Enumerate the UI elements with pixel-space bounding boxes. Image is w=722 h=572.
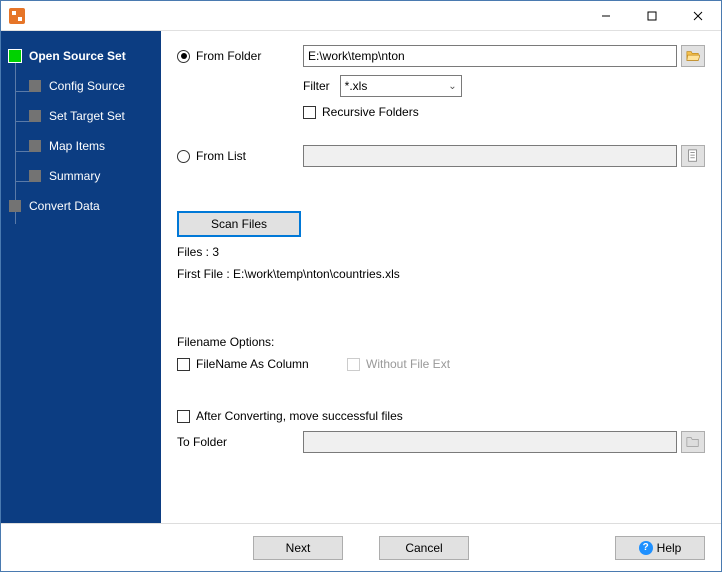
to-folder-label: To Folder bbox=[177, 435, 227, 449]
from-list-radio[interactable]: From List bbox=[177, 149, 303, 163]
sidebar-item-label: Convert Data bbox=[29, 199, 100, 213]
maximize-button[interactable] bbox=[629, 1, 675, 31]
filename-options-heading: Filename Options: bbox=[177, 335, 274, 349]
filter-label: Filter bbox=[303, 79, 330, 93]
filter-combo[interactable]: *.xls ⌄ bbox=[340, 75, 462, 97]
sidebar-item-label: Open Source Set bbox=[29, 49, 126, 63]
without-file-ext-checkbox: Without File Ext bbox=[347, 357, 450, 371]
checkbox-icon bbox=[347, 358, 360, 371]
cancel-button[interactable]: Cancel bbox=[379, 536, 469, 560]
wizard-sidebar: Open Source Set Config Source Set Target… bbox=[1, 31, 161, 523]
radio-icon bbox=[177, 50, 190, 63]
app-window: Open Source Set Config Source Set Target… bbox=[0, 0, 722, 572]
help-button[interactable]: ? Help bbox=[615, 536, 705, 560]
browse-list-button[interactable] bbox=[681, 145, 705, 167]
recursive-checkbox[interactable]: Recursive Folders bbox=[303, 105, 419, 119]
files-count-label: Files : 3 bbox=[177, 245, 219, 259]
sidebar-item-set-target-set[interactable]: Set Target Set bbox=[1, 101, 161, 131]
folder-open-icon bbox=[686, 49, 700, 63]
chevron-down-icon: ⌄ bbox=[448, 81, 456, 92]
minimize-button[interactable] bbox=[583, 1, 629, 31]
next-button[interactable]: Next bbox=[253, 536, 343, 560]
help-icon: ? bbox=[639, 541, 653, 555]
footer: Next Cancel ? Help bbox=[1, 523, 721, 571]
sidebar-item-map-items[interactable]: Map Items bbox=[1, 131, 161, 161]
close-button[interactable] bbox=[675, 1, 721, 31]
after-convert-checkbox[interactable]: After Converting, move successful files bbox=[177, 409, 403, 423]
browse-to-folder-button[interactable] bbox=[681, 431, 705, 453]
radio-icon bbox=[177, 150, 190, 163]
main-content: From Folder Filter *.xls ⌄ bbox=[161, 31, 721, 523]
checkbox-icon bbox=[177, 410, 190, 423]
from-list-label: From List bbox=[196, 149, 246, 163]
filter-value: *.xls bbox=[345, 79, 368, 93]
first-file-label: First File : E:\work\temp\nton\countries… bbox=[177, 267, 400, 281]
sidebar-item-summary[interactable]: Summary bbox=[1, 161, 161, 191]
filename-as-column-label: FileName As Column bbox=[196, 357, 309, 371]
file-icon bbox=[686, 149, 700, 163]
checkbox-icon bbox=[303, 106, 316, 119]
to-folder-input[interactable] bbox=[303, 431, 677, 453]
scan-files-button[interactable]: Scan Files bbox=[177, 211, 301, 237]
without-file-ext-label: Without File Ext bbox=[366, 357, 450, 371]
app-icon bbox=[9, 8, 25, 24]
from-list-input[interactable] bbox=[303, 145, 677, 167]
checkbox-icon bbox=[177, 358, 190, 371]
sidebar-item-label: Set Target Set bbox=[49, 109, 125, 123]
sidebar-item-label: Map Items bbox=[49, 139, 105, 153]
filename-as-column-checkbox[interactable]: FileName As Column bbox=[177, 357, 347, 371]
folder-icon bbox=[686, 435, 700, 449]
from-folder-input[interactable] bbox=[303, 45, 677, 67]
from-folder-label: From Folder bbox=[196, 49, 261, 63]
sidebar-item-convert-data[interactable]: Convert Data bbox=[1, 191, 161, 221]
from-folder-radio[interactable]: From Folder bbox=[177, 49, 303, 63]
sidebar-item-label: Config Source bbox=[49, 79, 125, 93]
recursive-label: Recursive Folders bbox=[322, 105, 419, 119]
sidebar-item-open-source-set[interactable]: Open Source Set bbox=[1, 41, 161, 71]
after-convert-label: After Converting, move successful files bbox=[196, 409, 403, 423]
browse-folder-button[interactable] bbox=[681, 45, 705, 67]
sidebar-item-config-source[interactable]: Config Source bbox=[1, 71, 161, 101]
titlebar bbox=[1, 1, 721, 31]
sidebar-item-label: Summary bbox=[49, 169, 100, 183]
